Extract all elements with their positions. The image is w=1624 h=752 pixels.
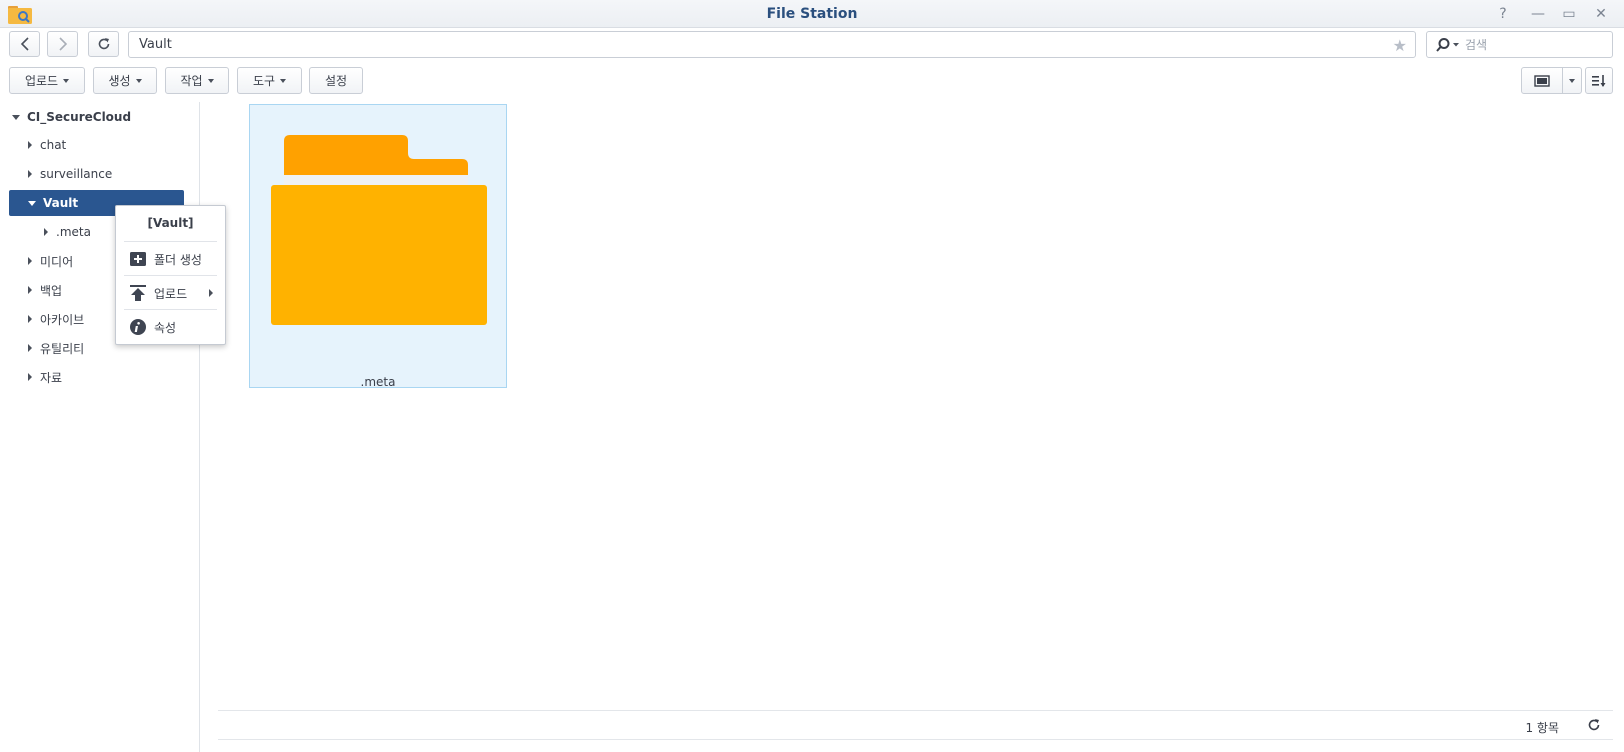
tree-item-data[interactable]: 자료 (28, 364, 108, 390)
view-mode-dropdown[interactable] (1562, 67, 1582, 94)
tree-item-label: 미디어 (40, 254, 74, 269)
view-mode-button[interactable] (1521, 67, 1563, 94)
path-bar[interactable]: Vault ★ (128, 31, 1416, 58)
settings-button[interactable]: 설정 (309, 67, 363, 94)
tree-item-utility[interactable]: 유틸리티 (28, 335, 108, 361)
tree-item-label: .meta (56, 225, 91, 239)
submenu-arrow-icon (209, 289, 213, 297)
context-menu-title: [Vault] (147, 216, 194, 230)
tools-label: 도구 (252, 74, 276, 88)
menu-divider (124, 275, 217, 276)
sort-icon (1592, 74, 1606, 87)
chevron-left-icon (20, 37, 29, 51)
title-bar: File Station ? — ▭ ✕ (0, 0, 1624, 28)
tree-item-media[interactable]: 미디어 (28, 248, 108, 274)
menu-item-label: 폴더 생성 (154, 252, 202, 267)
close-button[interactable]: ✕ (1590, 4, 1612, 24)
folder-icon (271, 135, 487, 325)
context-menu: [Vault] 폴더 생성 업로드 속성 (115, 205, 226, 345)
item-count: 1 항목 (1525, 721, 1559, 735)
search-input[interactable] (1465, 35, 1605, 55)
expand-arrow-icon[interactable] (28, 200, 36, 206)
upload-menu-button[interactable]: 업로드 (9, 67, 85, 94)
thumbnail-view-icon (1534, 74, 1550, 87)
forward-button[interactable] (47, 31, 78, 57)
action-label: 작업 (180, 74, 203, 88)
tree-item-label: 백업 (40, 283, 63, 298)
search-icon[interactable] (1435, 37, 1461, 56)
tree-item-label: chat (40, 138, 67, 152)
window-title: File Station (766, 6, 858, 22)
minimize-button[interactable]: — (1527, 4, 1549, 24)
collapse-arrow-icon[interactable] (28, 315, 32, 323)
help-button[interactable]: ? (1492, 4, 1514, 24)
menu-item-label: 속성 (154, 320, 177, 335)
create-menu-button[interactable]: 생성 (93, 67, 157, 94)
tools-menu-button[interactable]: 도구 (237, 67, 302, 94)
tree-item-label: 유틸리티 (40, 341, 85, 356)
tree-item-surveillance[interactable]: surveillance (28, 161, 178, 187)
status-refresh-button[interactable] (1587, 718, 1601, 735)
info-icon (130, 319, 146, 335)
menu-item-create-folder[interactable]: 폴더 생성 (116, 245, 225, 273)
menu-item-label: 업로드 (154, 286, 188, 301)
collapse-arrow-icon[interactable] (28, 344, 32, 352)
tree-item-label: surveillance (40, 167, 113, 181)
help-icon: ? (1499, 6, 1507, 22)
tree-root-label: CI_SecureCloud (27, 110, 132, 124)
current-path: Vault (139, 37, 172, 52)
close-icon: ✕ (1595, 6, 1607, 22)
tree-item-label: 자료 (40, 370, 63, 385)
collapse-arrow-icon[interactable] (28, 141, 32, 149)
file-name: .meta (360, 375, 396, 389)
tree-root[interactable]: CI_SecureCloud (12, 104, 182, 130)
chevron-right-icon (58, 37, 67, 51)
settings-label: 설정 (324, 74, 348, 88)
create-label: 생성 (108, 74, 131, 88)
caret-down-icon (280, 78, 287, 83)
collapse-arrow-icon[interactable] (28, 286, 32, 294)
folder-plus-icon (130, 251, 146, 267)
refresh-icon (1588, 719, 1600, 731)
caret-down-icon (135, 78, 142, 83)
action-menu-button[interactable]: 작업 (165, 67, 229, 94)
refresh-button[interactable] (88, 31, 119, 57)
tree-item-label: Vault (43, 196, 79, 210)
caret-down-icon (1569, 78, 1575, 83)
upload-label: 업로드 (24, 74, 59, 88)
tree-item-backup[interactable]: 백업 (28, 277, 108, 303)
maximize-button[interactable]: ▭ (1558, 4, 1580, 24)
caret-down-icon (207, 78, 214, 83)
status-bar: 1 항목 (218, 710, 1613, 740)
maximize-icon: ▭ (1562, 6, 1576, 22)
collapse-arrow-icon[interactable] (44, 228, 48, 236)
upload-icon (130, 285, 146, 301)
refresh-icon (98, 38, 109, 50)
back-button[interactable] (9, 31, 40, 57)
toolbar: 업로드 생성 작업 도구 설정 (0, 66, 1624, 96)
menu-item-properties[interactable]: 속성 (116, 313, 225, 341)
file-item[interactable]: .meta (249, 104, 507, 389)
folder-tree: CI_SecureCloud chat surveillance Vault .… (0, 102, 200, 752)
expand-arrow-icon[interactable] (12, 114, 20, 120)
sort-button[interactable] (1585, 67, 1613, 94)
caret-down-icon (63, 78, 70, 83)
navigation-bar: Vault ★ (0, 30, 1624, 62)
tree-item-archive[interactable]: 아카이브 (28, 306, 108, 332)
minimize-icon: — (1531, 6, 1545, 22)
collapse-arrow-icon[interactable] (28, 257, 32, 265)
menu-divider (124, 241, 217, 242)
menu-divider (124, 309, 217, 310)
search-box[interactable] (1426, 31, 1613, 58)
collapse-arrow-icon[interactable] (28, 170, 32, 178)
menu-item-upload[interactable]: 업로드 (116, 279, 225, 307)
collapse-arrow-icon[interactable] (28, 373, 32, 381)
star-icon[interactable]: ★ (1393, 36, 1407, 55)
tree-item-label: 아카이브 (40, 312, 85, 327)
tree-item-chat[interactable]: chat (28, 132, 178, 158)
